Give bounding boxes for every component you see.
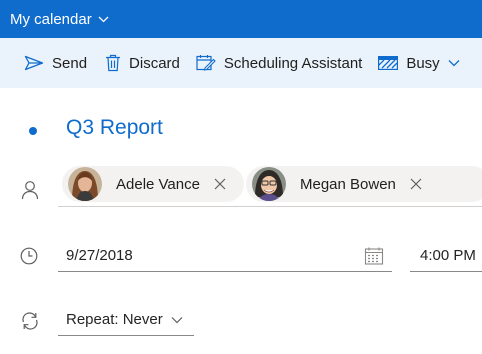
- remove-attendee-icon[interactable]: [410, 178, 422, 190]
- calendar-icon[interactable]: [364, 246, 384, 266]
- start-time-input[interactable]: 4:00 PM: [410, 240, 482, 272]
- send-label: Send: [52, 54, 88, 72]
- scheduling-assistant-icon: [196, 54, 216, 72]
- trash-icon: [105, 54, 121, 72]
- repeat-dropdown[interactable]: Repeat: Never: [58, 304, 194, 336]
- busy-status-label: Busy: [406, 54, 440, 72]
- chevron-down-icon: [448, 59, 460, 67]
- repeat-label: Repeat: Never: [66, 311, 163, 328]
- repeat-icon: [20, 311, 40, 331]
- chevron-down-icon: [171, 316, 183, 324]
- calendar-title: My calendar: [10, 10, 92, 28]
- scheduling-assistant-button[interactable]: Scheduling Assistant: [192, 38, 366, 88]
- busy-status-icon: [378, 56, 399, 70]
- busy-status-dropdown[interactable]: Busy: [374, 38, 463, 88]
- person-icon: [20, 180, 40, 200]
- attendee-name: Megan Bowen: [300, 175, 396, 193]
- attendee-name: Adele Vance: [116, 175, 200, 193]
- avatar: [252, 167, 286, 201]
- start-date-input[interactable]: 9/27/2018: [58, 240, 392, 272]
- event-color-dot: [29, 127, 37, 135]
- command-toolbar: Send Discard Scheduling Assistant Busy: [0, 38, 482, 88]
- avatar: [68, 167, 102, 201]
- calendar-selector[interactable]: My calendar: [0, 0, 482, 38]
- discard-button[interactable]: Discard: [101, 38, 184, 88]
- scheduling-assistant-label: Scheduling Assistant: [223, 54, 363, 72]
- attendees-field[interactable]: Adele Vance Megan Bowen: [58, 166, 482, 207]
- send-icon: [24, 55, 44, 71]
- chevron-down-icon: [98, 16, 109, 23]
- attendee-chip[interactable]: Adele Vance: [62, 166, 244, 202]
- remove-attendee-icon[interactable]: [214, 178, 226, 190]
- send-button[interactable]: Send: [20, 38, 91, 88]
- attendee-chip[interactable]: Megan Bowen: [246, 166, 482, 202]
- clock-icon: [20, 247, 40, 267]
- discard-label: Discard: [129, 54, 180, 72]
- event-title[interactable]: Q3 Report: [66, 116, 163, 140]
